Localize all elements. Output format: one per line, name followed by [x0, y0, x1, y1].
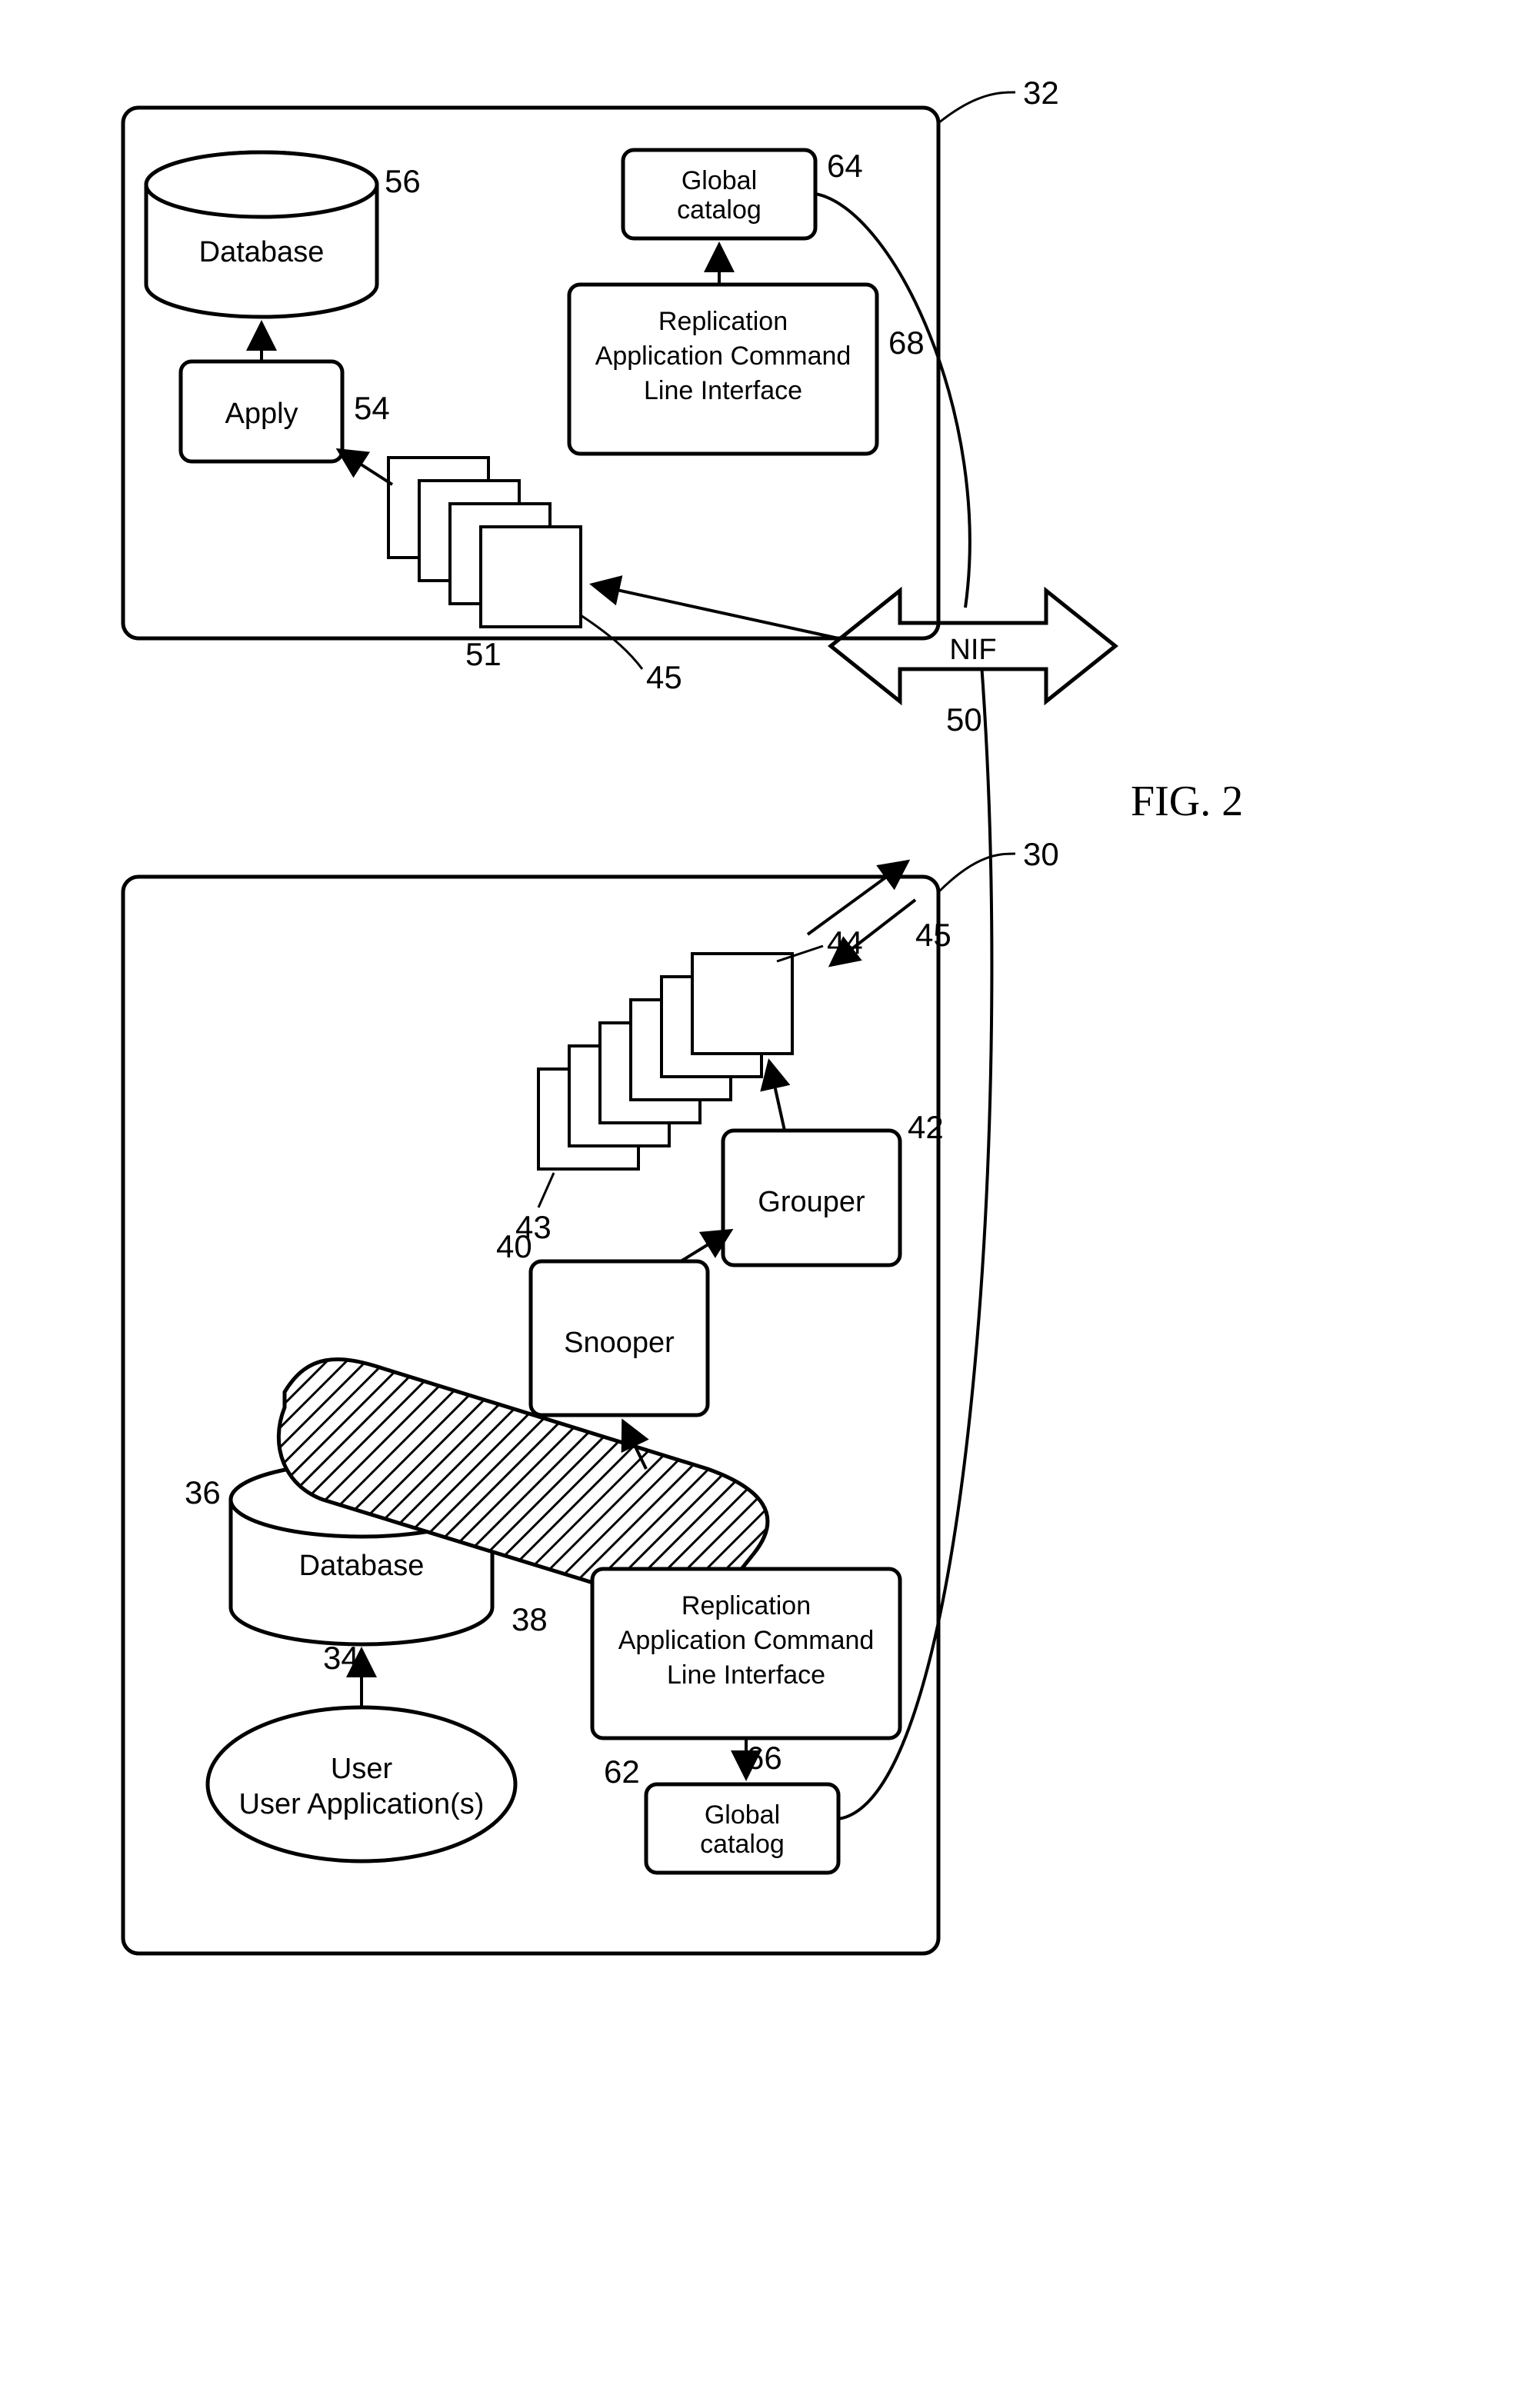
ref-51: 51: [465, 636, 502, 672]
user-app-label-2: User Application(s): [239, 1788, 485, 1820]
ref-50: 50: [946, 701, 982, 738]
global-catalog-right: Global catalog 64: [623, 148, 863, 238]
ref-68: 68: [888, 325, 925, 361]
grouper-label: Grouper: [758, 1186, 865, 1218]
nif-label: NIF: [949, 634, 996, 666]
ref-45-right: 45: [646, 659, 682, 695]
apply-label: Apply: [225, 398, 298, 430]
rcli-r-3: Line Interface: [644, 376, 802, 405]
figure-label: FIG. 2: [1131, 778, 1243, 825]
rcli-right: Replication Application Command Line Int…: [569, 285, 925, 454]
arrow-grouper-to-queue: [769, 1061, 785, 1131]
ref-42: 42: [908, 1109, 944, 1145]
snooper-block: Snooper 40: [496, 1228, 708, 1415]
grouper-block: Grouper 42: [723, 1109, 944, 1265]
ref-36: 36: [185, 1474, 221, 1510]
rcli-l-2: Application Command: [618, 1626, 875, 1655]
ref-32: 32: [1023, 75, 1059, 111]
apply-block: Apply 54: [181, 361, 390, 461]
diagram-root: 30 User User Application(s) 34 Database …: [31, 31, 1492, 2338]
arrow-queue-to-apply: [338, 450, 392, 485]
db-left-label: Database: [299, 1550, 425, 1582]
ref-64: 64: [827, 148, 863, 184]
source-system: 30 User User Application(s) 34 Database …: [123, 654, 1059, 1953]
gc-left-label-2: catalog: [700, 1830, 785, 1859]
ref-66: 66: [746, 1740, 782, 1776]
target-system: 32 Database 56 Apply 54 51 45: [123, 75, 1059, 695]
rcli-r-2: Application Command: [595, 341, 851, 371]
ref-56: 56: [385, 163, 421, 199]
ref-62: 62: [604, 1754, 640, 1790]
gc-left-label-1: Global: [705, 1800, 780, 1830]
ref-54: 54: [354, 390, 390, 426]
db-right-label: Database: [199, 236, 325, 268]
target-database: Database 56: [146, 152, 421, 317]
gc-right-label-1: Global: [682, 166, 757, 195]
global-catalog-left: Global catalog 62: [604, 1754, 838, 1873]
rcli-l-1: Replication: [682, 1591, 811, 1620]
nif-connector: NIF 50: [831, 591, 1115, 738]
rcli-r-1: Replication: [658, 307, 788, 336]
rcli-l-3: Line Interface: [667, 1660, 825, 1690]
arrow-nif-to-queue-right: [592, 585, 838, 638]
gc-right-label-2: catalog: [677, 195, 761, 225]
queue-right: 51 45: [388, 458, 682, 695]
ref-43: 43: [515, 1209, 552, 1245]
snooper-label: Snooper: [564, 1327, 675, 1359]
ref-38: 38: [512, 1601, 548, 1637]
ref-30: 30: [1023, 836, 1059, 872]
user-app-label-1: User: [331, 1753, 393, 1785]
ref-45-left: 45: [915, 917, 951, 953]
